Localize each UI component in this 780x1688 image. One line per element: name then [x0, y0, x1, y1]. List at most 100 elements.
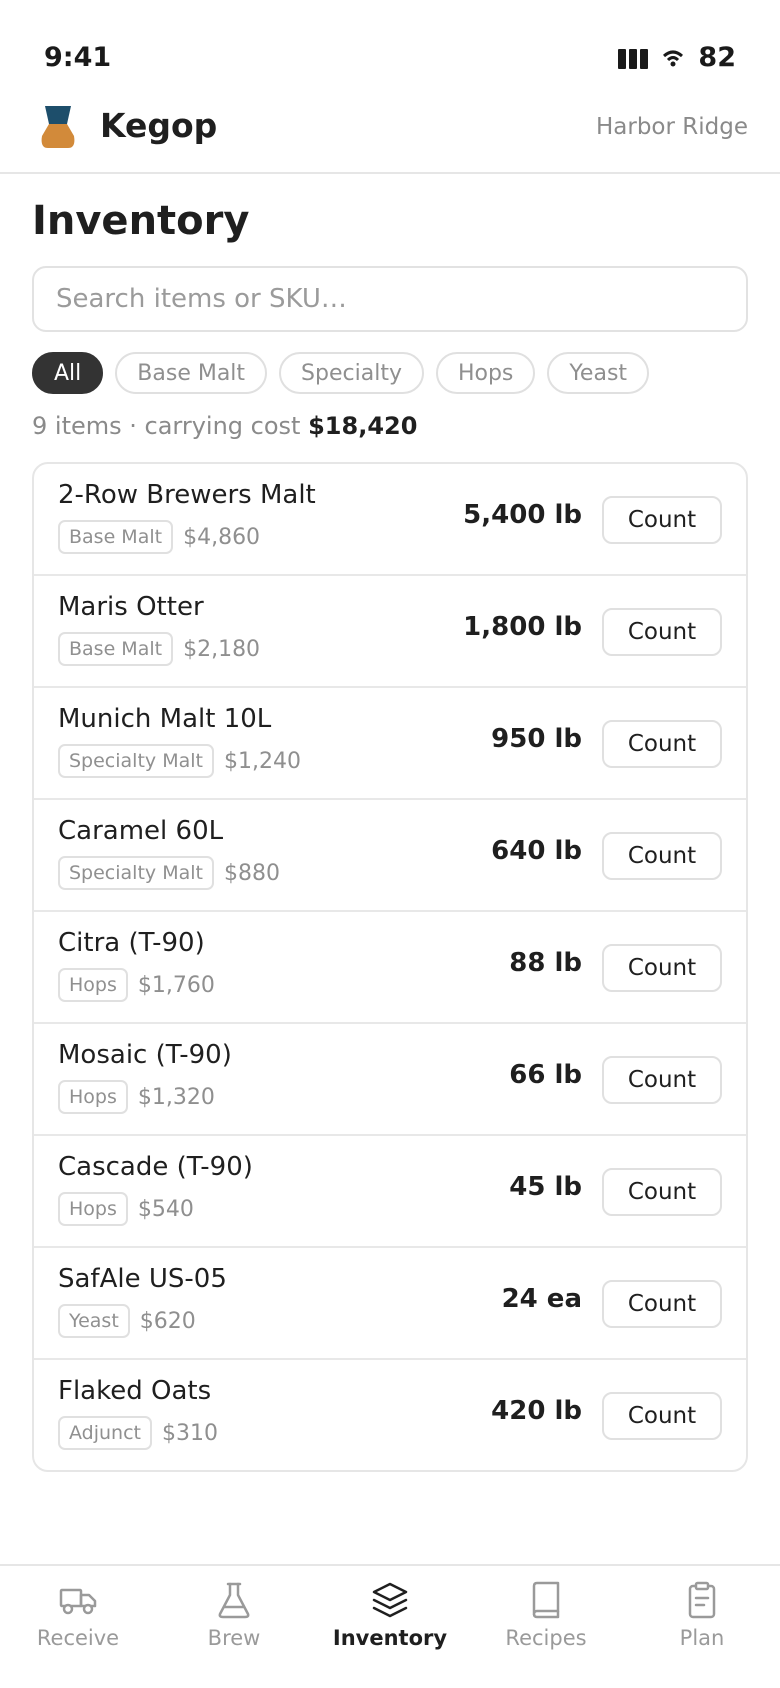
item-quantity: 66 lb: [509, 1060, 582, 1090]
bottom-tab-bar: Receive Brew Inventory Recipes Plan: [0, 1564, 780, 1688]
item-name: Flaked Oats: [58, 1376, 212, 1406]
item-name: Cascade (T-90): [58, 1152, 253, 1182]
signal-icon: [618, 47, 649, 69]
filter-chip-hops[interactable]: Hops: [435, 352, 536, 394]
app-header: Kegop Harbor Ridge: [0, 94, 780, 174]
inventory-list: 2-Row Brewers Malt Base Malt $4,860 5,40…: [32, 462, 748, 1472]
item-quantity: 950 lb: [491, 724, 582, 754]
inventory-row[interactable]: Maris Otter Base Malt $2,180 1,800 lb Co…: [34, 576, 746, 688]
filter-chip-specialty[interactable]: Specialty: [279, 352, 424, 394]
carrying-cost-total: $18,420: [308, 412, 418, 440]
tab-plan[interactable]: Plan: [624, 1566, 780, 1688]
tab-label: Recipes: [505, 1626, 587, 1650]
item-quantity: 420 lb: [491, 1396, 582, 1426]
inventory-row[interactable]: Cascade (T-90) Hops $540 45 lb Count: [34, 1136, 746, 1248]
status-bar: 9:41 82: [0, 0, 780, 90]
tab-label: Plan: [679, 1626, 725, 1650]
status-time: 9:41: [44, 42, 112, 73]
clipboard-icon: [688, 1581, 716, 1619]
filter-chip-yeast[interactable]: Yeast: [547, 352, 650, 394]
kegop-logo-icon: [41, 106, 75, 148]
count-button[interactable]: Count: [602, 496, 722, 544]
item-name: Mosaic (T-90): [58, 1040, 232, 1070]
tab-label: Inventory: [332, 1626, 448, 1650]
item-meta: Hops $540: [58, 1192, 194, 1226]
app-name: Kegop: [100, 106, 218, 145]
item-meta: Base Malt $4,860: [58, 520, 260, 554]
tab-brew[interactable]: Brew: [156, 1566, 312, 1688]
count-button[interactable]: Count: [602, 1056, 722, 1104]
item-meta: Specialty Malt $880: [58, 856, 280, 890]
count-button[interactable]: Count: [602, 1280, 722, 1328]
count-button[interactable]: Count: [602, 720, 722, 768]
inventory-row[interactable]: SafAle US-05 Yeast $620 24 ea Count: [34, 1248, 746, 1360]
item-meta: Hops $1,760: [58, 968, 215, 1002]
tab-inventory[interactable]: Inventory: [312, 1566, 468, 1688]
item-quantity: 1,800 lb: [463, 612, 582, 642]
inventory-row[interactable]: Flaked Oats Adjunct $310 420 lb Count: [34, 1360, 746, 1470]
category-tag: Yeast: [58, 1304, 130, 1338]
category-tag: Adjunct: [58, 1416, 152, 1450]
item-quantity: 640 lb: [491, 836, 582, 866]
category-tag: Hops: [58, 1192, 128, 1226]
inventory-row[interactable]: Mosaic (T-90) Hops $1,320 66 lb Count: [34, 1024, 746, 1136]
item-meta: Specialty Malt $1,240: [58, 744, 301, 778]
item-meta: Base Malt $2,180: [58, 632, 260, 666]
item-name: Caramel 60L: [58, 816, 224, 846]
truck-icon: [59, 1588, 97, 1615]
category-tag: Base Malt: [58, 520, 174, 554]
status-indicators: 82: [618, 42, 736, 73]
tab-label: Brew: [207, 1626, 261, 1650]
item-name: SafAle US-05: [58, 1264, 227, 1294]
filter-chips: All Base Malt Specialty Hops Yeast: [32, 352, 650, 394]
page-title: Inventory: [32, 198, 250, 244]
item-cost: $4,860: [183, 524, 261, 550]
inventory-row[interactable]: 2-Row Brewers Malt Base Malt $4,860 5,40…: [34, 464, 746, 576]
layers-icon: [372, 1582, 408, 1618]
item-cost: $1,760: [137, 972, 215, 998]
item-quantity: 5,400 lb: [463, 500, 582, 530]
inventory-row[interactable]: Caramel 60L Specialty Malt $880 640 lb C…: [34, 800, 746, 912]
item-name: Munich Malt 10L: [58, 704, 272, 734]
count-button[interactable]: Count: [602, 944, 722, 992]
battery-level: 82: [698, 42, 736, 73]
item-cost: $540: [137, 1196, 194, 1222]
filter-chip-all[interactable]: All: [32, 352, 104, 394]
wifi-icon: [663, 50, 684, 66]
item-cost: $2,180: [183, 636, 261, 662]
count-button[interactable]: Count: [602, 1168, 722, 1216]
category-tag: Hops: [58, 1080, 128, 1114]
filter-chip-base-malt[interactable]: Base Malt: [115, 352, 268, 394]
inventory-summary: 9 items · carrying cost $18,420: [32, 412, 417, 440]
location-selector[interactable]: Harbor Ridge: [596, 114, 748, 140]
item-meta: Hops $1,320: [58, 1080, 215, 1114]
search-box: [32, 266, 748, 332]
item-cost: $1,320: [137, 1084, 215, 1110]
summary-text: 9 items · carrying cost: [32, 412, 301, 440]
tab-label: Receive: [36, 1626, 120, 1650]
category-tag: Specialty Malt: [58, 856, 214, 890]
inventory-row[interactable]: Citra (T-90) Hops $1,760 88 lb Count: [34, 912, 746, 1024]
item-quantity: 45 lb: [509, 1172, 582, 1202]
search-input[interactable]: [34, 268, 746, 330]
tab-receive[interactable]: Receive: [0, 1566, 156, 1688]
book-icon: [532, 1581, 560, 1619]
item-meta: Yeast $620: [58, 1304, 196, 1338]
category-tag: Base Malt: [58, 632, 174, 666]
count-button[interactable]: Count: [602, 1392, 722, 1440]
count-button[interactable]: Count: [602, 608, 722, 656]
item-name: 2-Row Brewers Malt: [58, 480, 316, 510]
tab-recipes[interactable]: Recipes: [468, 1566, 624, 1688]
item-name: Maris Otter: [58, 592, 204, 622]
item-quantity: 24 ea: [501, 1284, 582, 1314]
item-cost: $880: [223, 860, 280, 886]
flask-icon: [218, 1582, 250, 1619]
item-cost: $620: [139, 1308, 196, 1334]
item-cost: $1,240: [223, 748, 301, 774]
item-quantity: 88 lb: [509, 948, 582, 978]
inventory-row[interactable]: Munich Malt 10L Specialty Malt $1,240 95…: [34, 688, 746, 800]
category-tag: Hops: [58, 968, 128, 1002]
count-button[interactable]: Count: [602, 832, 722, 880]
item-name: Citra (T-90): [58, 928, 205, 958]
item-meta: Adjunct $310: [58, 1416, 218, 1450]
